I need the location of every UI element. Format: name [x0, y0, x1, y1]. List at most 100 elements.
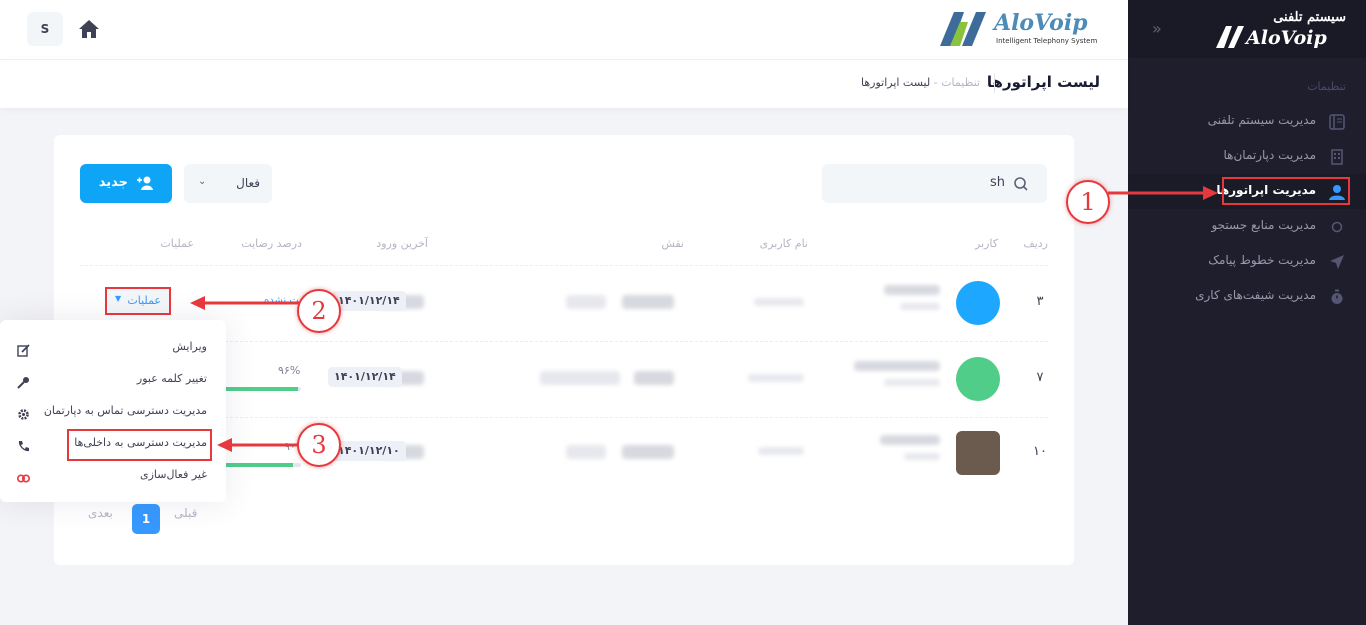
col-header-user: کاربر [974, 237, 998, 250]
stopwatch-icon [1328, 288, 1346, 306]
new-operator-button[interactable]: جدید [80, 164, 172, 203]
menu-item-label: تغییر کلمه عبور [136, 372, 207, 385]
user-email-blurred [884, 379, 940, 386]
sidebar-item-label: مدیریت دپارتمان‌ها [1223, 148, 1317, 162]
username-blurred [758, 447, 804, 455]
pagination-prev[interactable]: قبلی [174, 506, 197, 520]
subheader: لیست اپراتورها تنظیمات - لیست اپراتورها [0, 60, 1128, 108]
home-icon[interactable] [78, 18, 100, 40]
status-filter-value: فعال [236, 176, 260, 190]
role-blurred [566, 295, 606, 309]
pagination-page-current[interactable]: 1 [132, 504, 160, 534]
chevron-down-icon: ⌄ [198, 176, 207, 187]
role-blurred [622, 295, 674, 309]
sidebar-menu: مدیریت سیستم تلفنی مدیریت دپارتمان‌ها مد… [1128, 104, 1366, 314]
sidebar-section-title: تنظیمات [1307, 80, 1346, 93]
last-login-date: ۱۴۰۱/۱۲/۱۴ [328, 367, 402, 387]
breadcrumb-current: لیست اپراتورها [860, 76, 931, 89]
annotation-step-1: 1 [1066, 180, 1110, 224]
breadcrumb-parent[interactable]: تنظیمات [941, 76, 980, 89]
avatar [956, 357, 1000, 401]
col-header-role: نقش [661, 237, 684, 250]
sidebar-item-telephony[interactable]: مدیریت سیستم تلفنی [1128, 104, 1366, 139]
sidebar-item-label: مدیریت خطوط پیامک [1208, 253, 1316, 267]
satisfaction-progress-fill [221, 387, 298, 391]
col-header-satisfaction: درصد رضایت [241, 237, 302, 250]
sidebar-item-shifts[interactable]: مدیریت شیفت‌های کاری [1128, 279, 1366, 314]
add-user-icon [136, 175, 154, 191]
annotation-highlight-extension-access [67, 429, 212, 461]
key-icon [17, 374, 30, 389]
new-button-label: جدید [98, 175, 128, 190]
satisfaction-progress-fill [221, 463, 293, 467]
menu-item-department-access[interactable]: مدیریت دسترسی تماس به دپارتمان [0, 396, 226, 428]
menu-item-label: مدیریت دسترسی تماس به دپارتمان [43, 404, 207, 417]
role-blurred [540, 371, 620, 385]
header-logo-tagline: Intelligent Telephony System [996, 37, 1098, 45]
row-number: ۱۰ [1033, 444, 1047, 459]
menu-item-label: غیر فعال‌سازی [139, 468, 207, 481]
satisfaction-progress-bar [221, 463, 301, 467]
search-icon [1013, 176, 1029, 192]
last-login-date: ۱۴۰۱/۱۲/۱۴ [332, 291, 406, 311]
satisfaction-percent: ۹۶% [278, 364, 301, 377]
status-filter-select[interactable]: فعال ⌄ [184, 164, 272, 203]
book-icon [1328, 113, 1346, 131]
annotation-step-3: 3 [297, 423, 341, 467]
sidebar-brand-text: سیستم تلفنی [1273, 10, 1346, 25]
row-number: ۳ [1036, 294, 1044, 309]
row-actions-button[interactable]: عملیات ▼ [105, 287, 171, 315]
actions-dropdown-menu: ویرایش تغییر کلمه عبور مدیریت دسترسی تما… [0, 320, 226, 502]
user-avatar[interactable]: S [27, 12, 63, 46]
sidebar-header: » سیستم تلفنی AloVoip [1128, 0, 1366, 58]
menu-item-label: ویرایش [172, 340, 207, 353]
annotation-step-2: 2 [297, 289, 341, 333]
alovoip-logo-icon [1216, 26, 1244, 48]
avatar [956, 281, 1000, 325]
circle-icon [1328, 218, 1346, 236]
sidebar-item-departments[interactable]: مدیریت دپارتمان‌ها [1128, 139, 1366, 174]
user-name-blurred [854, 361, 940, 371]
menu-item-change-password[interactable]: تغییر کلمه عبور [0, 364, 226, 396]
row-number: ۷ [1036, 370, 1044, 385]
col-header-last-login: آخرین ورود [376, 237, 428, 250]
col-header-actions: عملیات [160, 237, 194, 250]
role-blurred [634, 371, 674, 385]
breadcrumb-separator: - [933, 76, 938, 89]
annotation-highlight-operators [1222, 177, 1350, 205]
table-header-divider [80, 265, 1048, 266]
page-title: لیست اپراتورها [986, 73, 1100, 91]
top-header: S AloVoip Intelligent Telephony System [0, 0, 1128, 60]
menu-item-edit[interactable]: ویرایش [0, 332, 226, 364]
actions-button-label: عملیات [127, 294, 161, 307]
sidebar-logo[interactable]: سیستم تلفنی AloVoip [1216, 10, 1346, 49]
toggle-icon [16, 470, 31, 483]
breadcrumb: تنظیمات - لیست اپراتورها [861, 76, 980, 89]
breadcrumb-divider [994, 73, 995, 93]
satisfaction-progress-bar [221, 387, 301, 391]
user-name-blurred [880, 435, 940, 445]
sidebar-item-label: مدیریت سیستم تلفنی [1207, 113, 1316, 127]
collapse-sidebar-icon[interactable]: » [1152, 19, 1162, 38]
menu-item-deactivate[interactable]: غیر فعال‌سازی [0, 460, 226, 492]
pagination-next[interactable]: بعدی [88, 506, 113, 520]
search-input[interactable]: sh [822, 164, 1047, 203]
search-value: sh [989, 175, 1005, 190]
username-blurred [748, 374, 804, 382]
col-header-username: نام کاربری [759, 237, 808, 250]
sidebar-item-label: مدیریت منابع جستجو [1211, 218, 1316, 232]
sidebar-logo-word: AloVoip [1246, 27, 1327, 49]
user-name-blurred [884, 285, 940, 295]
header-logo[interactable]: AloVoip Intelligent Telephony System [940, 10, 1102, 48]
sidebar: » سیستم تلفنی AloVoip تنظیمات مدیریت سیس… [1128, 0, 1366, 625]
sidebar-item-sms-lines[interactable]: مدیریت خطوط پیامک [1128, 244, 1366, 279]
header-logo-word: AloVoip [994, 10, 1088, 36]
send-icon [1328, 253, 1346, 271]
role-blurred [622, 445, 674, 459]
avatar [956, 431, 1000, 475]
sidebar-item-search-sources[interactable]: مدیریت منابع جستجو [1128, 209, 1366, 244]
phone-icon [17, 438, 30, 452]
building-icon [1328, 148, 1346, 166]
edit-icon [17, 342, 30, 357]
sidebar-item-label: مدیریت شیفت‌های کاری [1195, 288, 1316, 302]
